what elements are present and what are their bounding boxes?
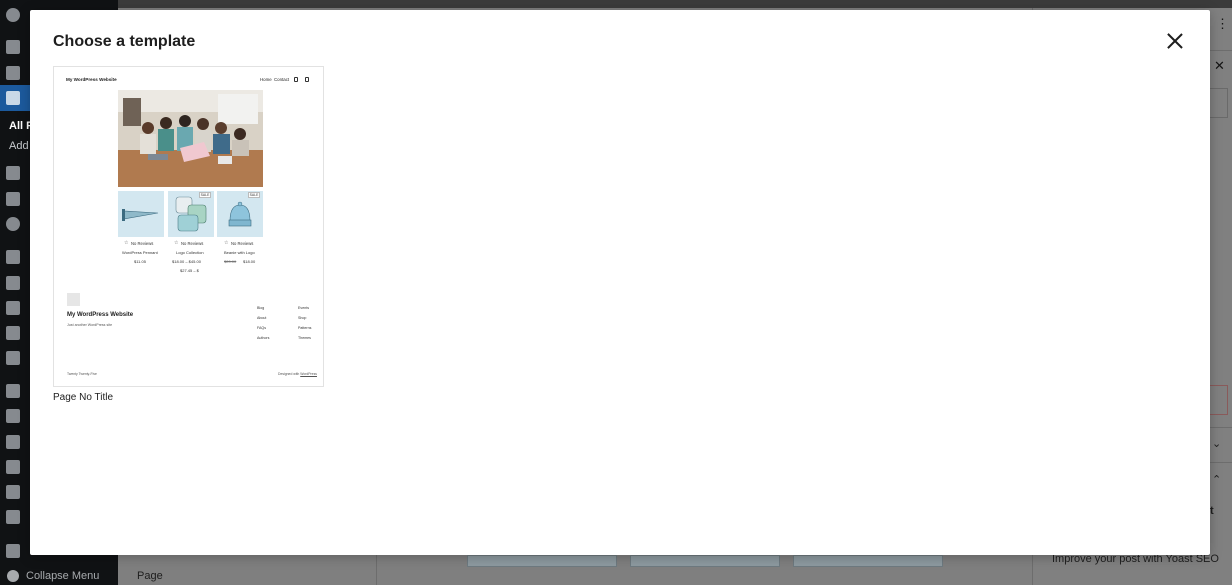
footer-link: Themes (298, 336, 311, 340)
preview-footer-credit: Twenty Twenty-Five (67, 372, 97, 376)
preview-product-image (118, 191, 164, 237)
canvas-divider (376, 555, 377, 585)
canvas-product-image (630, 555, 780, 567)
plus-circle-icon (6, 217, 20, 231)
canvas-product-image (793, 555, 943, 567)
footer-link: FAQs (257, 326, 266, 330)
preview-footer-title: My WordPress Website (67, 312, 134, 318)
comment-icon (6, 166, 20, 180)
star-icon: ☆ (124, 240, 129, 246)
product-name: WordPress Pennant (122, 250, 158, 255)
preview-site-title: My WordPress Website (66, 77, 117, 82)
product-price-old: $20.00 (224, 259, 237, 264)
product-reviews: No Reviews (181, 241, 204, 246)
collapse-icon (7, 569, 19, 582)
custom-icon (6, 510, 20, 524)
product-name: Logo Collection (176, 250, 204, 255)
wrench-icon (6, 460, 20, 474)
settings-icon (6, 485, 20, 499)
sale-badge: SALE (248, 192, 260, 198)
chevron-up-icon[interactable]: ⌃ (1212, 473, 1221, 486)
footer-link: Authors (257, 336, 270, 340)
media-icon (6, 66, 20, 80)
template-preview: My WordPress Website Home Contact SALE S… (58, 71, 319, 382)
archive-icon (6, 276, 20, 290)
dollar-icon (6, 301, 20, 315)
form-icon (6, 192, 20, 206)
footer-link: Shop (298, 316, 307, 320)
designed-with-text: Designed with (278, 372, 301, 376)
account-icon (294, 77, 298, 82)
wordpress-icon (6, 8, 20, 22)
preview-nav-item: Contact (274, 77, 290, 82)
chevron-down-icon[interactable]: ⌄ (1212, 437, 1221, 450)
pin-icon (6, 40, 20, 54)
wordpress-link: WordPress (300, 372, 317, 376)
footer-link: Events (298, 306, 309, 310)
more-options-icon[interactable]: ⋮ (1216, 16, 1229, 32)
panel-text-fragment: t (1210, 505, 1214, 517)
template-option-card[interactable]: My WordPress Website Home Contact SALE S… (53, 66, 324, 387)
footer-link: Blog (257, 306, 265, 310)
star-icon: ☆ (174, 240, 179, 246)
product-reviews: No Reviews (231, 241, 254, 246)
close-icon[interactable] (1166, 32, 1184, 50)
sale-badge: SALE (199, 192, 211, 198)
bar-chart-icon (6, 326, 20, 340)
user-icon (6, 435, 20, 449)
modal-title: Choose a template (53, 33, 196, 50)
close-panel-icon[interactable]: ✕ (1214, 58, 1225, 74)
yoast-icon (6, 544, 20, 558)
star-icon: ☆ (224, 240, 229, 246)
product-price: $11.05 (134, 259, 146, 264)
hero-photo-illustration (118, 90, 263, 187)
preview-site-logo (67, 293, 80, 306)
product-reviews: No Reviews (131, 241, 154, 246)
canvas-product-image (467, 555, 617, 567)
product-price: $18.00 (243, 259, 256, 264)
pages-icon (6, 91, 20, 105)
cart-icon (305, 77, 309, 82)
brush-icon (6, 384, 20, 398)
page-tab[interactable]: Page (137, 570, 163, 582)
woocommerce-icon (6, 250, 20, 264)
product-price: $18.00 – $45.00 (172, 259, 201, 264)
collapse-menu-button[interactable]: Collapse Menu (0, 566, 118, 585)
product-price-extra: $27.45 – $ (180, 268, 199, 273)
preview-footer-tagline: Just another WordPress site (67, 323, 113, 327)
choose-template-modal: Choose a template My WordPress Website H… (30, 10, 1210, 555)
pennant-illustration (122, 209, 159, 221)
editor-topbar (118, 0, 1232, 8)
plug-icon (6, 409, 20, 423)
template-label: Page No Title (53, 392, 114, 403)
preview-footer-designed: Designed with WordPress (278, 372, 317, 376)
preview-hero-image (118, 90, 263, 187)
footer-link: About (257, 316, 267, 320)
megaphone-icon (6, 351, 20, 365)
preview-nav-item: Home (260, 77, 272, 82)
collapse-menu-label: Collapse Menu (26, 569, 100, 582)
product-name: Beanie with Logo (224, 250, 255, 255)
footer-link: Patterns (298, 326, 312, 330)
